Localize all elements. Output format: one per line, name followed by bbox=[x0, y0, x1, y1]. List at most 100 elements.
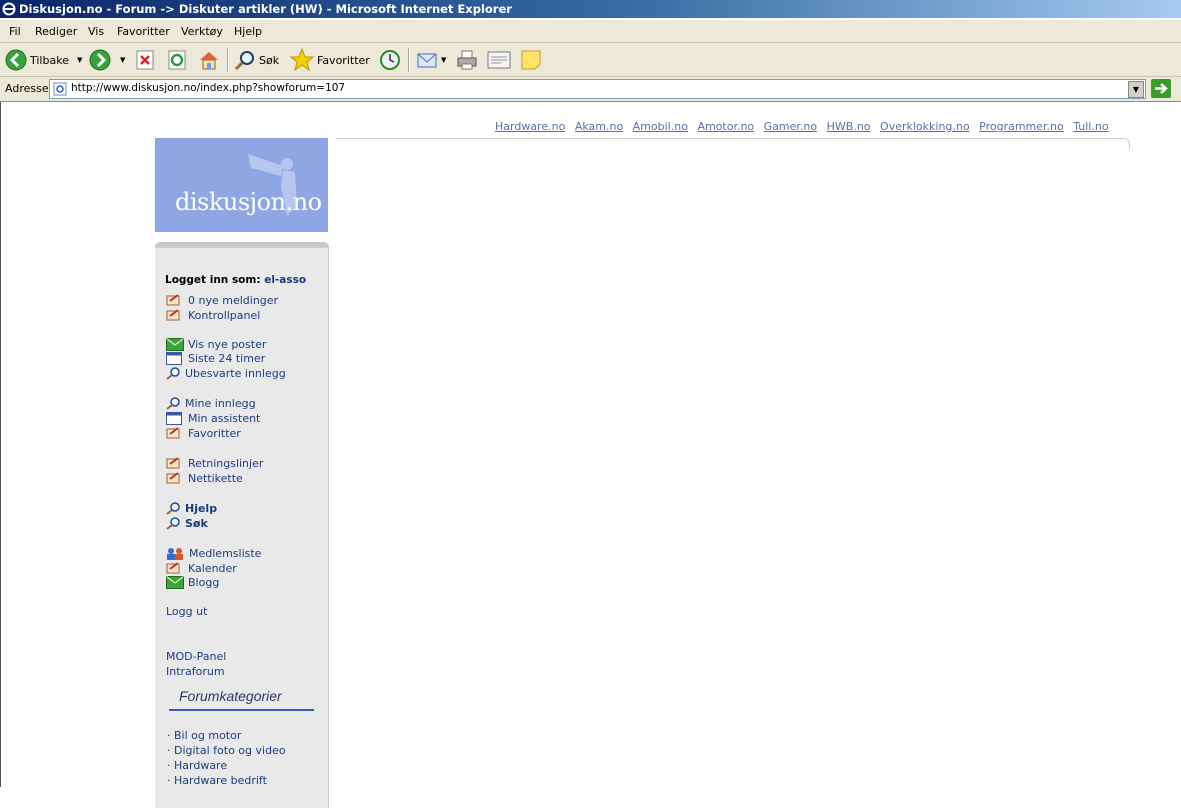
sidebar-item-messages[interactable]: 0 nye meldinger bbox=[166, 294, 278, 307]
search-label: Søk bbox=[259, 53, 280, 67]
toolbar-separator bbox=[408, 48, 410, 72]
go-arrow-icon bbox=[1155, 83, 1168, 94]
sidebar-item-min-assistent[interactable]: Min assistent bbox=[166, 412, 260, 425]
forum-categories-header: Forumkategorier bbox=[169, 688, 314, 716]
logged-in-status: Logget inn som: el-asso bbox=[165, 274, 306, 286]
sidebar-item-label: Hjelp bbox=[185, 502, 218, 515]
link-gamer[interactable]: Gamer.no bbox=[764, 120, 817, 133]
address-bar: Adresse http://www.diskusjon.no/index.ph… bbox=[0, 77, 1181, 102]
window-title: Diskusjon.no - Forum -> Diskuter artikle… bbox=[19, 2, 512, 16]
sidebar-item-kalender[interactable]: Kalender bbox=[166, 562, 237, 575]
note-button[interactable] bbox=[520, 47, 542, 73]
username-link[interactable]: el-asso bbox=[264, 274, 306, 286]
sidebar-item-vis-nye-poster[interactable]: Vis nye poster bbox=[166, 338, 266, 351]
print-button[interactable] bbox=[456, 47, 478, 73]
address-input[interactable]: http://www.diskusjon.no/index.php?showfo… bbox=[49, 79, 1146, 99]
refresh-button[interactable] bbox=[167, 47, 187, 73]
sidebar-item-ubesvarte[interactable]: Ubesvarte innlegg bbox=[166, 367, 286, 380]
stop-button[interactable] bbox=[135, 47, 155, 73]
menu-vis[interactable]: Vis bbox=[88, 25, 104, 38]
category-hardware[interactable]: · Hardware bbox=[167, 759, 227, 772]
forward-button[interactable]: ▼ bbox=[89, 47, 125, 73]
ie-logo-icon bbox=[2, 2, 16, 16]
note-icon bbox=[166, 472, 182, 485]
sidebar-item-label: Ubesvarte innlegg bbox=[185, 367, 286, 380]
back-arrow-icon bbox=[5, 49, 27, 71]
toolbar: Tilbake ▼ ▼ Søk Favoritter ▼ bbox=[0, 43, 1181, 77]
printer-icon bbox=[457, 50, 477, 70]
network-links: Hardware.no Akam.no Amobil.no Amotor.no … bbox=[495, 120, 1115, 133]
back-dropdown-icon[interactable]: ▼ bbox=[77, 56, 82, 64]
sidebar-item-hjelp[interactable]: Hjelp bbox=[166, 502, 217, 515]
link-tull[interactable]: Tull.no bbox=[1073, 120, 1108, 133]
site-logo[interactable]: diskusjon.no bbox=[155, 138, 328, 232]
sidebar-item-nettikette[interactable]: Nettikette bbox=[166, 472, 243, 485]
link-akam[interactable]: Akam.no bbox=[575, 120, 623, 133]
mod-panel-link[interactable]: MOD-Panel bbox=[166, 650, 226, 663]
sidebar-item-label: Blogg bbox=[188, 576, 220, 589]
header-underline bbox=[169, 709, 314, 711]
people-icon bbox=[166, 547, 184, 560]
sidebar-item-label: Mine innlegg bbox=[185, 397, 256, 410]
address-dropdown-icon[interactable]: ▼ bbox=[1128, 81, 1144, 98]
mail-icon bbox=[417, 53, 437, 68]
note-icon bbox=[166, 427, 182, 440]
sidebar-item-label: Søk bbox=[185, 517, 208, 530]
sidebar-item-sok[interactable]: Søk bbox=[166, 517, 208, 530]
link-amotor[interactable]: Amotor.no bbox=[697, 120, 754, 133]
mail-dropdown-icon[interactable]: ▼ bbox=[441, 56, 446, 64]
star-icon bbox=[290, 48, 314, 72]
note-icon bbox=[166, 457, 182, 470]
sidebar-item-favoritter[interactable]: Favoritter bbox=[166, 427, 241, 440]
sidebar-item-medlemsliste[interactable]: Medlemsliste bbox=[166, 547, 261, 560]
logout-link[interactable]: Logg ut bbox=[166, 605, 207, 618]
mail-button[interactable]: ▼ bbox=[416, 47, 446, 73]
menu-bar: Fil Rediger Vis Favoritter Verktøy Hjelp bbox=[0, 20, 1181, 43]
sidebar-item-kontrollpanel[interactable]: Kontrollpanel bbox=[166, 309, 260, 322]
favorites-label: Favoritter bbox=[317, 53, 370, 67]
page-icon bbox=[53, 82, 67, 96]
envelope-icon bbox=[166, 576, 184, 589]
menu-favoritter[interactable]: Favoritter bbox=[117, 25, 170, 38]
sidebar-item-retningslinjer[interactable]: Retningslinjer bbox=[166, 457, 263, 470]
menu-verktoy[interactable]: Verktøy bbox=[181, 25, 223, 38]
menu-rediger[interactable]: Rediger bbox=[35, 25, 77, 38]
sidebar-item-blogg[interactable]: Blogg bbox=[166, 576, 219, 589]
category-bil-og-motor[interactable]: · Bil og motor bbox=[167, 729, 241, 742]
go-button[interactable] bbox=[1151, 79, 1171, 98]
menu-hjelp[interactable]: Hjelp bbox=[234, 25, 262, 38]
back-button[interactable]: Tilbake ▼ bbox=[5, 47, 82, 73]
forward-dropdown-icon[interactable]: ▼ bbox=[120, 56, 125, 64]
back-label: Tilbake bbox=[30, 53, 69, 67]
menu-fil[interactable]: Fil bbox=[9, 25, 21, 38]
edit-button[interactable] bbox=[487, 47, 511, 73]
category-hardware-bedrift[interactable]: · Hardware bedrift bbox=[167, 774, 267, 787]
link-overklokking[interactable]: Overklokking.no bbox=[880, 120, 970, 133]
forward-arrow-icon bbox=[89, 49, 111, 71]
home-button[interactable] bbox=[198, 47, 220, 73]
intraforum-link[interactable]: Intraforum bbox=[166, 665, 225, 678]
sticky-note-icon bbox=[521, 50, 541, 70]
sidebar-item-mine-innlegg[interactable]: Mine innlegg bbox=[166, 397, 256, 410]
category-digital-foto[interactable]: · Digital foto og video bbox=[167, 744, 286, 757]
logged-in-label: Logget inn som: bbox=[165, 274, 261, 286]
history-button[interactable] bbox=[378, 47, 402, 73]
link-hardware[interactable]: Hardware.no bbox=[495, 120, 565, 133]
favorites-button[interactable]: Favoritter bbox=[290, 47, 370, 73]
note-icon bbox=[166, 294, 182, 307]
search-button[interactable]: Søk bbox=[234, 47, 279, 73]
link-hwb[interactable]: HWB.no bbox=[827, 120, 871, 133]
magnifier-icon bbox=[166, 367, 180, 380]
sidebar-item-label: Kontrollpanel bbox=[188, 309, 261, 322]
home-icon bbox=[200, 52, 218, 70]
address-url: http://www.diskusjon.no/index.php?showfo… bbox=[71, 82, 346, 94]
link-amobil[interactable]: Amobil.no bbox=[633, 120, 688, 133]
sidebar-item-label: Retningslinjer bbox=[188, 457, 264, 470]
link-programmer[interactable]: Programmer.no bbox=[979, 120, 1064, 133]
window-titlebar: Diskusjon.no - Forum -> Diskuter artikle… bbox=[0, 0, 1181, 18]
sidebar-item-label: 0 nye meldinger bbox=[188, 294, 279, 307]
sidebar-item-siste-24-timer[interactable]: Siste 24 timer bbox=[166, 352, 265, 365]
logo-text: diskusjon.no bbox=[175, 188, 322, 216]
sidebar-item-label: Medlemsliste bbox=[189, 547, 262, 560]
note-icon bbox=[166, 562, 182, 575]
